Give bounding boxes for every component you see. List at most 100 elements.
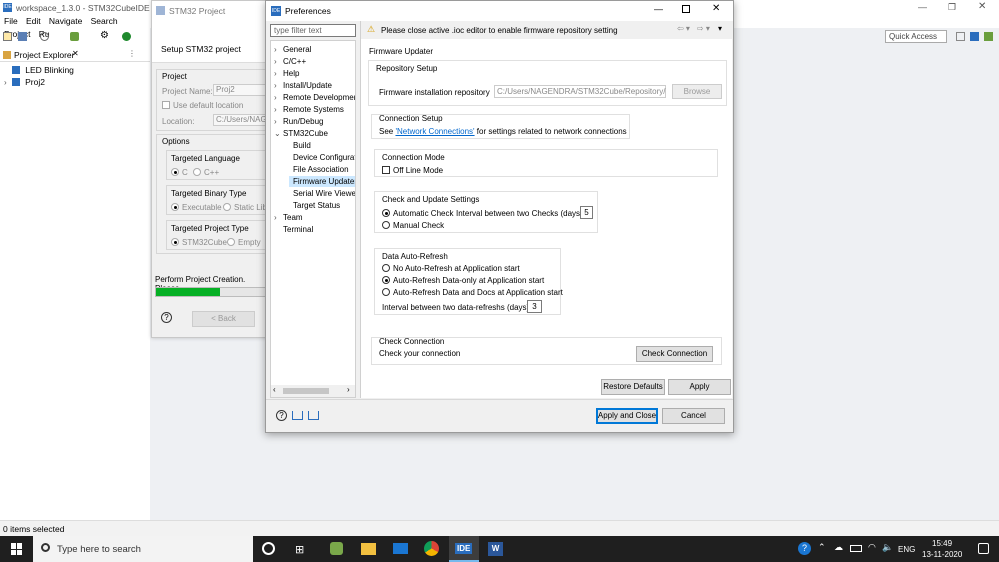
location-field[interactable]: C:/Users/NAGE: [213, 114, 273, 126]
list-item[interactable]: › Proj2: [4, 77, 45, 87]
close-view-icon[interactable]: ✕: [72, 49, 79, 58]
scroll-right-icon[interactable]: ›: [347, 385, 350, 394]
automatic-check-radio[interactable]: Automatic Check: [382, 209, 453, 218]
task-switcher-icon[interactable]: ⊞: [295, 543, 304, 556]
language-indicator[interactable]: ENG: [898, 545, 915, 554]
wifi-icon[interactable]: ◠: [868, 542, 876, 553]
clock-time[interactable]: 15:49: [932, 539, 952, 548]
minimize-icon[interactable]: —: [654, 4, 663, 14]
chevron-up-icon[interactable]: ⌃: [818, 542, 826, 553]
chevron-right-icon[interactable]: ›: [274, 212, 283, 223]
tree-item[interactable]: ⌄ STM32Cube: [271, 128, 328, 139]
interval-refresh-field[interactable]: 3: [527, 300, 542, 313]
stm32cubeide-taskbar-button[interactable]: IDE: [449, 536, 479, 562]
taskbar-search-input[interactable]: Type here to search: [33, 536, 253, 562]
apply-and-close-button[interactable]: Apply and Close: [596, 408, 658, 424]
apply-button[interactable]: Apply: [668, 379, 731, 395]
chrome-icon[interactable]: [424, 541, 439, 556]
radio-c[interactable]: C: [171, 168, 188, 177]
horizontal-scrollbar[interactable]: ‹ ›: [271, 385, 355, 397]
project-name-field[interactable]: Proj2: [213, 84, 273, 96]
forward-nav-icon[interactable]: ⇨ ▾: [697, 24, 710, 33]
tree-item[interactable]: Serial Wire Viewer: [271, 188, 355, 199]
list-item[interactable]: LED Blinking: [12, 65, 74, 75]
menu-search[interactable]: Search: [91, 16, 118, 26]
tree-item[interactable]: › C/C++: [271, 56, 306, 67]
chevron-right-icon[interactable]: ›: [274, 56, 283, 67]
restore-icon[interactable]: ❐: [948, 2, 956, 13]
run-icon[interactable]: [122, 32, 131, 41]
refresh-data-only-radio[interactable]: Auto-Refresh Data-only at Application st…: [382, 276, 544, 285]
tree-item[interactable]: › Remote Development: [271, 92, 355, 103]
chevron-right-icon[interactable]: ›: [274, 92, 283, 103]
manual-check-radio[interactable]: Manual Check: [382, 221, 444, 230]
menu-navigate[interactable]: Navigate: [49, 16, 83, 26]
quick-access-input[interactable]: Quick Access: [885, 30, 947, 43]
back-button[interactable]: < Back: [192, 311, 255, 327]
close-icon[interactable]: ✕: [712, 3, 720, 14]
scroll-left-icon[interactable]: ‹: [273, 385, 276, 394]
repository-path-field[interactable]: C:/Users/NAGENDRA/STM32Cube/Repository/: [494, 85, 666, 98]
tree-item[interactable]: Firmware Updater: [289, 176, 355, 187]
minimize-icon[interactable]: —: [918, 2, 927, 12]
project-explorer-title[interactable]: Project Explorer: [14, 50, 74, 60]
refresh-data-docs-radio[interactable]: Auto-Refresh Data and Docs at Applicatio…: [382, 288, 563, 297]
windows-start-icon[interactable]: [11, 543, 23, 555]
back-nav-icon[interactable]: ⇦ ▾: [677, 24, 690, 33]
clock-date[interactable]: 13-11-2020: [922, 550, 962, 559]
offline-mode-checkbox[interactable]: Off Line Mode: [382, 166, 443, 175]
new-icon[interactable]: [3, 32, 12, 41]
chevron-right-icon[interactable]: ›: [274, 68, 283, 79]
help-icon[interactable]: ?: [276, 410, 287, 421]
battery-icon[interactable]: [850, 545, 862, 552]
tree-item[interactable]: Terminal: [271, 224, 313, 235]
tree-item[interactable]: › Help: [271, 68, 299, 79]
chevron-right-icon[interactable]: ›: [4, 78, 7, 87]
tree-item[interactable]: Target Status: [271, 200, 340, 211]
app-icon[interactable]: [330, 542, 343, 555]
maximize-icon[interactable]: [682, 5, 690, 13]
help-tray-icon[interactable]: ?: [798, 542, 811, 555]
chevron-right-icon[interactable]: ›: [274, 80, 283, 91]
network-connections-link[interactable]: 'Network Connections': [395, 127, 474, 136]
perspective-icon[interactable]: [956, 32, 965, 41]
import-icon[interactable]: [292, 411, 303, 420]
save-icon[interactable]: [18, 32, 27, 41]
menu-dropdown-icon[interactable]: ▾: [718, 24, 722, 33]
browse-button[interactable]: Browse: [672, 84, 722, 99]
close-icon[interactable]: ✕: [978, 1, 986, 12]
tree-item[interactable]: › General: [271, 44, 311, 55]
radio-stm32cube[interactable]: STM32Cube: [171, 238, 227, 247]
mail-icon[interactable]: [393, 543, 408, 554]
build-icon[interactable]: [40, 32, 49, 41]
file-explorer-icon[interactable]: [361, 543, 376, 555]
tree-item[interactable]: File Association: [271, 164, 349, 175]
word-icon[interactable]: W: [488, 542, 503, 556]
use-default-location-checkbox[interactable]: Use default location: [162, 101, 243, 110]
menu-edit[interactable]: Edit: [26, 16, 41, 26]
tree-item[interactable]: › Team: [271, 212, 303, 223]
chevron-right-icon[interactable]: ›: [274, 104, 283, 115]
menu-file[interactable]: File: [4, 16, 18, 26]
help-icon[interactable]: ?: [161, 312, 172, 323]
debug-icon[interactable]: [70, 32, 79, 41]
view-menu-icon[interactable]: ⋮: [128, 49, 136, 58]
tree-item[interactable]: › Run/Debug: [271, 116, 323, 127]
no-auto-refresh-radio[interactable]: No Auto-Refresh at Application start: [382, 264, 520, 273]
chevron-down-icon[interactable]: ⌄: [274, 128, 283, 139]
chevron-right-icon[interactable]: ›: [274, 44, 283, 55]
filter-input[interactable]: type filter text: [270, 24, 356, 37]
gear-icon[interactable]: ⚙: [100, 30, 109, 41]
restore-defaults-button[interactable]: Restore Defaults: [601, 379, 665, 395]
tree-item[interactable]: Device Configuration: [271, 152, 355, 163]
radio-static-lib[interactable]: Static Lib: [223, 203, 267, 212]
cube-perspective-icon[interactable]: [970, 32, 979, 41]
radio-cpp[interactable]: C++: [193, 168, 219, 177]
debug-perspective-icon[interactable]: [984, 32, 993, 41]
radio-executable[interactable]: Executable: [171, 203, 222, 212]
volume-icon[interactable]: 🔈: [882, 542, 893, 553]
notification-icon[interactable]: [978, 543, 989, 554]
check-connection-button[interactable]: Check Connection: [636, 346, 713, 362]
chevron-right-icon[interactable]: ›: [274, 116, 283, 127]
tree-item[interactable]: Build: [271, 140, 311, 151]
